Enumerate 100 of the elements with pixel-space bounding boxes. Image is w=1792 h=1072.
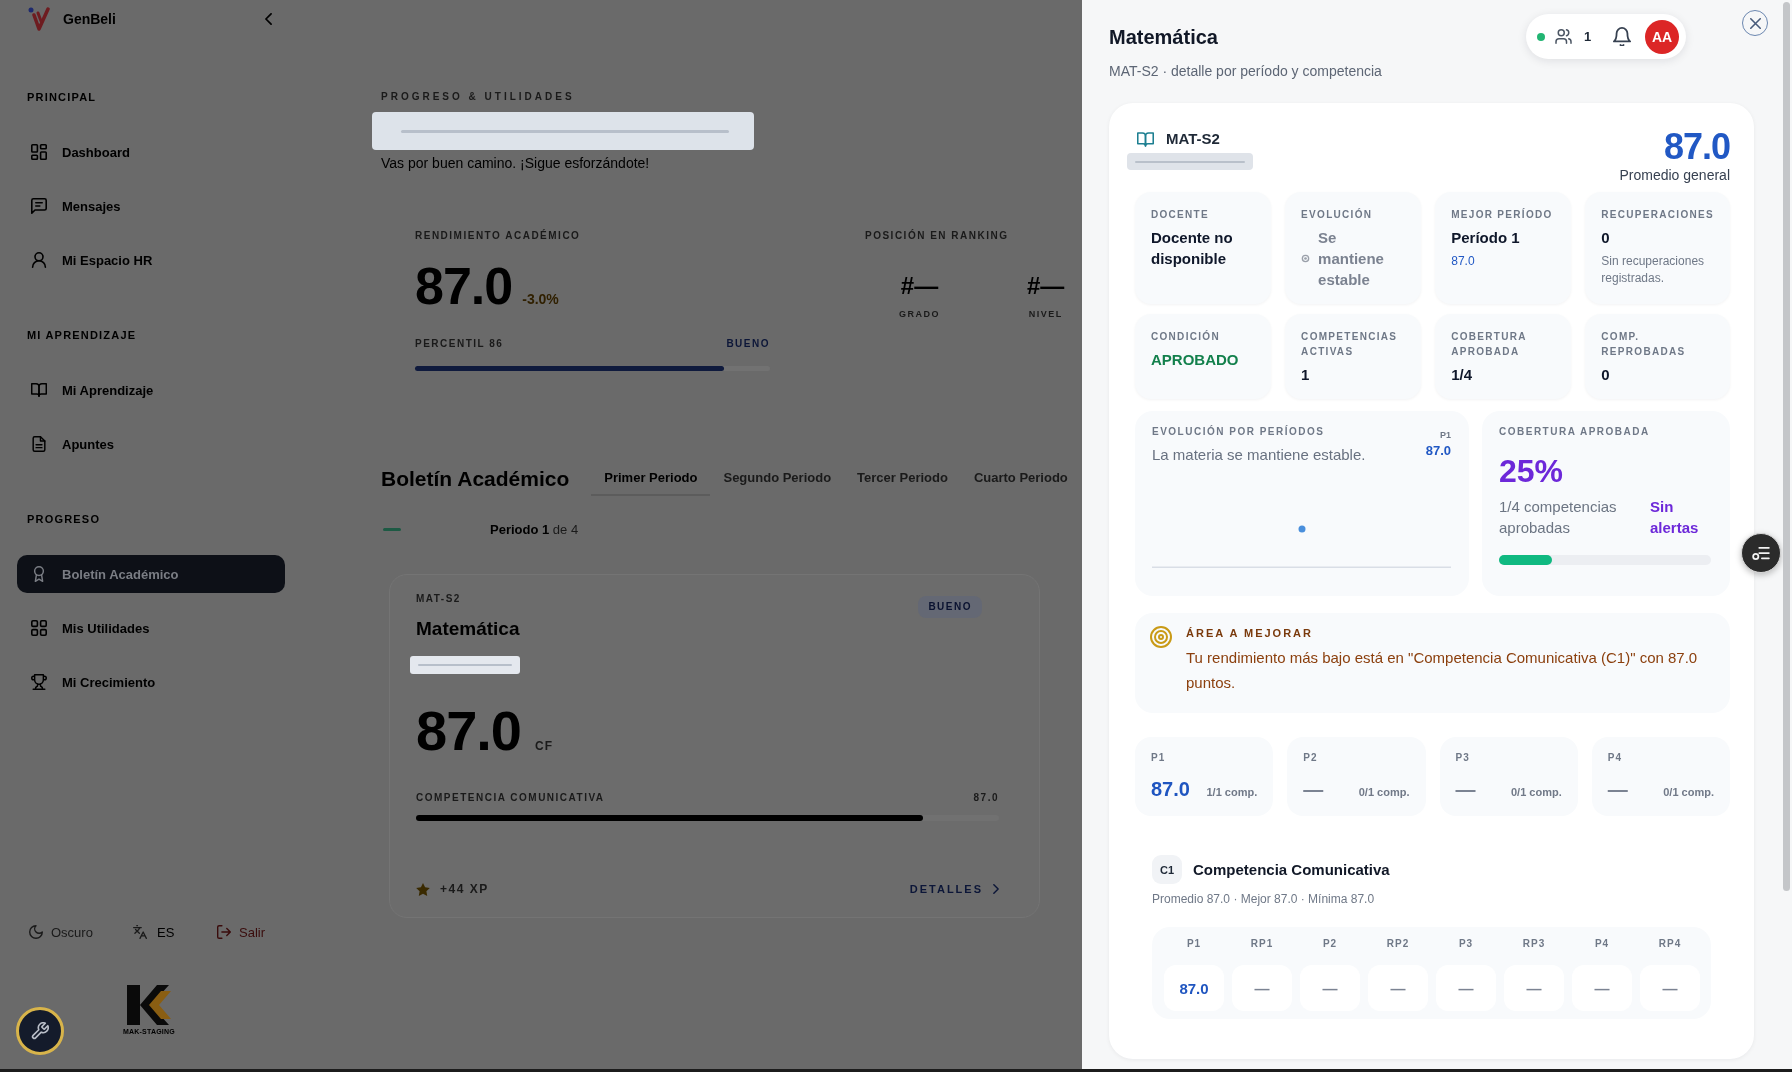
trophy-icon	[31, 674, 47, 690]
xp-label: +44 XP	[440, 882, 489, 896]
rank-value: #—	[900, 272, 939, 300]
period-name: P1	[1151, 751, 1166, 765]
grade-cell: —	[1436, 965, 1496, 1011]
period-tab[interactable]: Primer Periodo	[591, 461, 711, 496]
nav-item[interactable]: Mi Aprendizaje	[17, 371, 285, 409]
encouragement-message: Vas por buen camino. ¡Sigue esforzándote!	[381, 154, 650, 172]
floating-menu-button[interactable]	[1741, 533, 1781, 573]
subject-name: Matemática	[416, 617, 520, 641]
chevron-left-icon	[265, 13, 272, 25]
competence-score: 87.0	[973, 792, 999, 804]
column-header: P1	[1186, 938, 1202, 950]
logo-icon	[28, 7, 50, 31]
logout-button[interactable]: Salir	[217, 923, 265, 941]
nav-item[interactable]: Mi Crecimiento	[17, 663, 285, 701]
scrollbar-thumb[interactable]	[1783, 2, 1790, 891]
grid-icon	[31, 620, 47, 636]
grade-cell: —	[1300, 965, 1360, 1011]
bell-icon[interactable]	[1613, 27, 1632, 46]
star-icon	[416, 882, 430, 896]
stat-label: EVOLUCIÓN	[1301, 207, 1373, 222]
grade-cell: —	[1640, 965, 1700, 1011]
stat-value: APROBADO	[1151, 350, 1239, 370]
evolution-text: La materia se mantiene estable.	[1152, 445, 1366, 465]
alerts-status: Sin alertas	[1650, 497, 1700, 538]
stat-note: Sin recuperaciones registradas.	[1601, 253, 1706, 287]
message-icon	[31, 198, 47, 214]
stat-value: 0	[1601, 365, 1610, 385]
nav-item[interactable]: Dashboard	[17, 133, 285, 171]
details-link[interactable]: DETALLES	[909, 883, 999, 895]
dot-icon	[1301, 254, 1311, 263]
moon-icon	[29, 925, 43, 939]
score-unit: CF	[535, 739, 553, 753]
rank-value: #—	[1027, 272, 1065, 300]
stat-label: MEJOR PERÍODO	[1451, 207, 1553, 222]
stat-value: 1/4	[1451, 365, 1473, 385]
nav-item[interactable]: Boletín Académico	[17, 555, 285, 593]
rating-label: BUENO	[726, 338, 770, 350]
close-button[interactable]	[1742, 10, 1768, 36]
book-icon	[1137, 131, 1154, 147]
stat-label: CONDICIÓN	[1151, 329, 1220, 344]
rating-badge: BUENO	[918, 596, 982, 618]
chart-point	[1298, 525, 1306, 533]
grade-cell: —	[1232, 965, 1292, 1011]
nav-item[interactable]: Mis Utilidades	[17, 609, 285, 647]
ranking-label: POSICIÓN EN RANKING	[865, 230, 1009, 242]
coverage-text: 1/4 competencias aprobadas	[1499, 497, 1618, 538]
grade-cell: —	[1368, 965, 1428, 1011]
point-label: P1	[1440, 430, 1451, 441]
nav-item[interactable]: Mi Espacio HR	[17, 241, 285, 279]
stat-note: 87.0	[1451, 253, 1475, 270]
drawer-subtitle: MAT-S2 · detalle por período y competencia	[1109, 62, 1382, 80]
point-value: 87.0	[1425, 443, 1451, 459]
period-name: P4	[1607, 751, 1622, 765]
score-change: -3.0%	[522, 291, 559, 307]
period-tab[interactable]: Segundo Periodo	[710, 461, 845, 496]
rank-caption: NIVEL	[1028, 309, 1063, 320]
period-score: 87.0	[1151, 777, 1190, 801]
stat-value: Período 1	[1451, 228, 1520, 248]
tools-button[interactable]	[16, 1007, 64, 1055]
chevron-right-icon	[993, 884, 999, 894]
percentile-label: PERCENTIL 86	[415, 338, 504, 350]
period-score: —	[1303, 777, 1324, 801]
theme-toggle[interactable]: Oscuro	[29, 923, 93, 941]
column-header: RP2	[1386, 938, 1410, 950]
list-icon	[1752, 546, 1770, 560]
user-avatar[interactable]: AA	[1645, 19, 1679, 54]
competence-code: C1	[1152, 855, 1182, 884]
nav-item[interactable]: Apuntes	[17, 425, 285, 463]
grade-cell: —	[1504, 965, 1564, 1011]
grade-cell: 87.0	[1164, 965, 1224, 1011]
stat-value: 1	[1301, 365, 1310, 385]
translate-icon	[133, 925, 147, 939]
award-icon	[31, 566, 47, 582]
column-header: RP1	[1250, 938, 1274, 950]
period-tab[interactable]: Tercer Periodo	[844, 461, 961, 496]
collapse-button[interactable]	[265, 13, 272, 25]
section-title: MI APRENDIZAJE	[27, 328, 137, 342]
brand-name: GenBeli	[63, 11, 116, 27]
period-tab[interactable]: Cuarto Periodo	[960, 461, 1081, 496]
section-title: PROGRESO	[27, 512, 101, 526]
stat-label: DOCENTE	[1151, 208, 1209, 222]
panel-title: COBERTURA APROBADA	[1499, 426, 1650, 438]
logout-icon	[217, 925, 231, 939]
language-toggle[interactable]: ES	[133, 923, 175, 941]
stat-value: Docente no disponible	[1151, 228, 1234, 269]
column-header: P3	[1458, 938, 1474, 950]
drawer-title: Matemática	[1109, 25, 1218, 49]
close-icon	[1749, 17, 1761, 29]
competence-summary: Promedio 87.0 · Mejor 87.0 · Mínima 87.0	[1152, 891, 1375, 907]
column-header: P4	[1594, 938, 1610, 950]
nav-item[interactable]: Mensajes	[17, 187, 285, 225]
period-count: 0/1 comp.	[1663, 786, 1714, 798]
target-icon	[1150, 626, 1172, 648]
report-title: Boletín Académico	[381, 465, 570, 492]
dashboard-icon	[31, 144, 47, 160]
subject-score: 87.0	[416, 701, 521, 761]
grade-cell: —	[1572, 965, 1632, 1011]
average-score: 87.0	[1663, 127, 1730, 167]
